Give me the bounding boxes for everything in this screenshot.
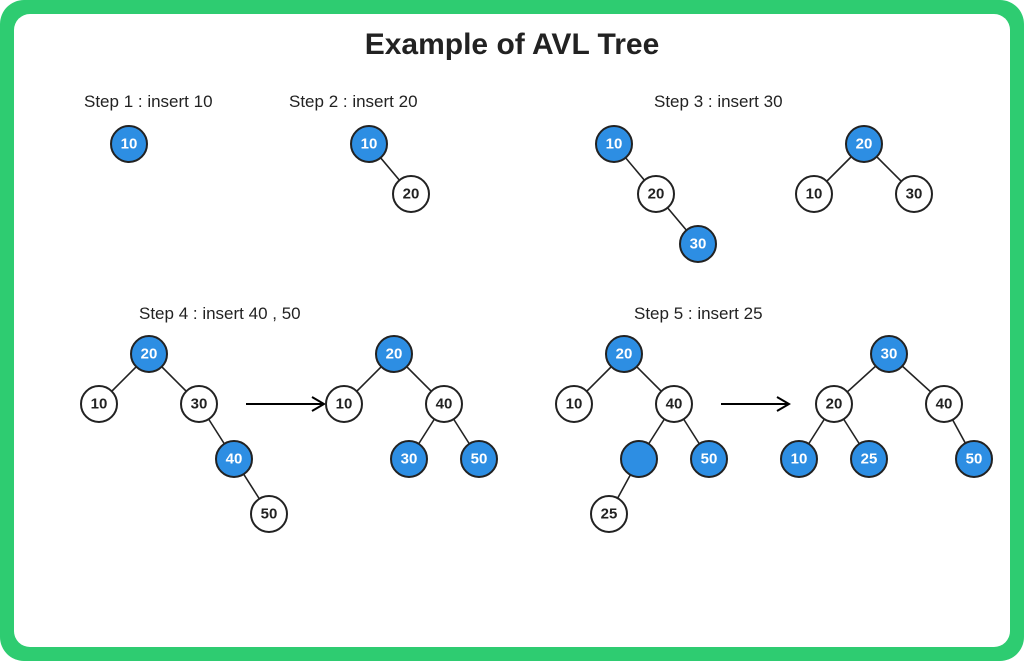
node-label: 20 <box>826 396 843 413</box>
node-label: 25 <box>601 506 618 523</box>
node-label: 30 <box>401 451 418 468</box>
diagram-frame: Example of AVL Tree Step 1 : insert 10 S… <box>0 0 1024 661</box>
node-label: 20 <box>648 186 665 203</box>
node-label: 30 <box>690 236 707 253</box>
step3-label: Step 3 : insert 30 <box>654 92 783 112</box>
node-label: 10 <box>791 451 808 468</box>
tree-step1: 10 <box>109 124 169 174</box>
node-label: 30 <box>906 186 923 203</box>
diagram-title: Example of AVL Tree <box>14 28 1010 62</box>
node-label: 10 <box>566 396 583 413</box>
node-label: 50 <box>471 451 488 468</box>
step2-label: Step 2 : insert 20 <box>289 92 418 112</box>
node-label: 25 <box>861 451 878 468</box>
node-label: 20 <box>141 346 158 363</box>
node-label: 40 <box>936 396 953 413</box>
tree-step4-after: 20 10 40 30 50 <box>314 334 534 514</box>
node-label: 10 <box>606 136 623 153</box>
tree-step4-before: 20 10 30 40 50 <box>59 334 309 584</box>
node <box>621 441 657 477</box>
tree-step3-before: 10 20 30 <box>594 124 754 284</box>
node-label: 30 <box>881 346 898 363</box>
tree-step5-before: 20 10 40 50 25 <box>544 334 764 594</box>
node-label: 50 <box>966 451 983 468</box>
node-label: 50 <box>261 506 278 523</box>
node-label: 40 <box>226 451 243 468</box>
node-label: 20 <box>403 186 420 203</box>
node-label: 40 <box>436 396 453 413</box>
step1-label: Step 1 : insert 10 <box>84 92 213 112</box>
tree-step3-after: 20 10 30 <box>784 124 964 234</box>
node-label: 20 <box>616 346 633 363</box>
tree-step2: 10 20 <box>349 124 469 234</box>
node-label: 10 <box>91 396 108 413</box>
step4-label: Step 4 : insert 40 , 50 <box>139 304 301 324</box>
node-label: 30 <box>191 396 208 413</box>
node-label: 10 <box>336 396 353 413</box>
node-label: 10 <box>361 136 378 153</box>
node-label: 20 <box>856 136 873 153</box>
step5-label: Step 5 : insert 25 <box>634 304 763 324</box>
node-label: 50 <box>701 451 718 468</box>
node-label: 40 <box>666 396 683 413</box>
diagram-canvas: Example of AVL Tree Step 1 : insert 10 S… <box>14 14 1010 647</box>
node-label: 20 <box>386 346 403 363</box>
node-label: 10 <box>121 136 138 153</box>
tree-step5-after: 30 20 40 10 25 50 <box>774 334 1004 514</box>
node-label: 10 <box>806 186 823 203</box>
